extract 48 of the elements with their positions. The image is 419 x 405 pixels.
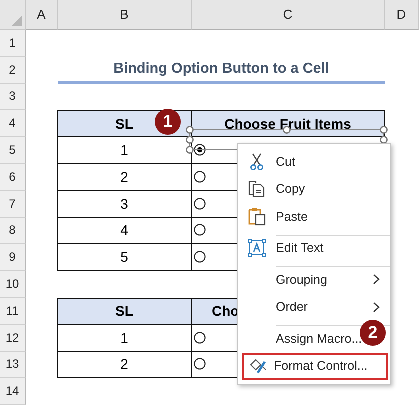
option-button[interactable] (194, 251, 206, 264)
option-button[interactable] (194, 332, 206, 344)
row-header[interactable]: 7 (0, 190, 26, 218)
text-box-icon (248, 239, 266, 258)
scissors-icon (250, 152, 264, 171)
option-button[interactable] (194, 198, 206, 210)
column-header[interactable]: C (192, 0, 385, 30)
row-header[interactable]: 1 (0, 30, 26, 57)
table-cell: 1 (57, 324, 192, 352)
copy-icon (248, 180, 266, 198)
table-cell: 4 (57, 218, 192, 244)
row-header[interactable]: 6 (0, 164, 26, 191)
row-header[interactable]: 8 (0, 218, 26, 244)
row-header[interactable]: 12 (0, 324, 26, 352)
menu-item[interactable]: Paste (238, 203, 390, 230)
option-button[interactable] (194, 144, 206, 156)
option-button[interactable] (194, 358, 206, 370)
menu-item[interactable]: Cut (238, 148, 390, 176)
chevron-right-icon (373, 302, 380, 313)
column-header[interactable]: A (26, 0, 58, 30)
row-header[interactable]: 5 (0, 137, 26, 164)
row-header[interactable]: 2 (0, 56, 26, 84)
table-header-cell: SL (57, 298, 192, 325)
option-button[interactable] (194, 224, 206, 236)
option-button[interactable] (194, 170, 206, 183)
table-cell: 1 (57, 137, 192, 164)
column-header[interactable]: D (385, 0, 419, 30)
row-header[interactable]: 3 (0, 84, 26, 110)
row-header[interactable]: 4 (0, 110, 26, 138)
table-cell: 2 (57, 164, 192, 191)
brush-icon (249, 357, 267, 376)
row-header[interactable]: 13 (0, 352, 26, 378)
table-cell: 3 (57, 190, 192, 218)
table-cell: 2 (57, 352, 192, 378)
chevron-right-icon (373, 274, 380, 286)
menu-item[interactable]: Copy (238, 176, 390, 203)
column-header[interactable]: B (58, 0, 192, 30)
row-header[interactable]: 11 (0, 298, 26, 325)
row-header[interactable]: 10 (0, 271, 26, 298)
clipboard-icon (248, 207, 266, 226)
row-header[interactable]: 9 (0, 244, 26, 272)
select-all-icon (12, 16, 22, 26)
menu-item[interactable]: Format Control... (242, 352, 388, 380)
sheet-title: Binding Option Button to a Cell (58, 56, 385, 84)
table-header-cell: Choose Fruit Items (191, 110, 385, 138)
table-cell: 5 (57, 244, 192, 272)
row-header[interactable]: 14 (0, 378, 26, 405)
select-all-cell[interactable] (0, 0, 26, 30)
